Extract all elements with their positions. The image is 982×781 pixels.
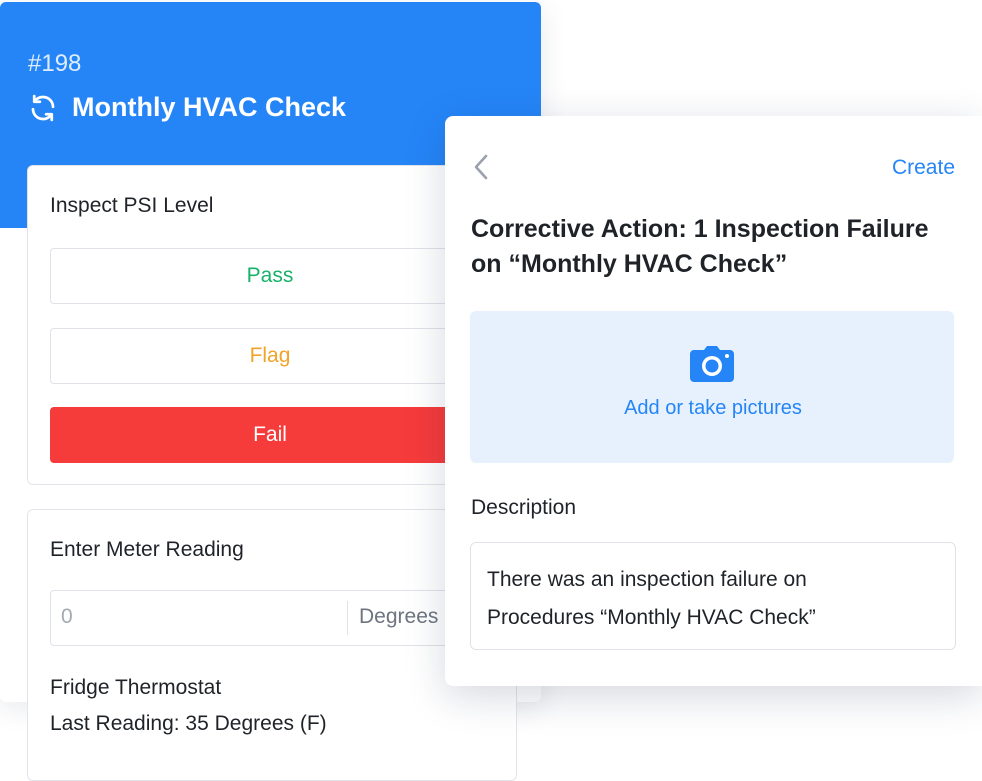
meter-reading-placeholder: 0 <box>61 605 73 628</box>
corrective-action-panel: Create Corrective Action: 1 Inspection F… <box>445 116 982 686</box>
meter-unit-label: Degrees <box>359 605 439 628</box>
meter-name: Fridge Thermostat <box>50 676 222 699</box>
description-line: Procedures “Monthly HVAC Check” <box>487 606 816 629</box>
description-field[interactable]: There was an inspection failure on Proce… <box>470 542 956 650</box>
description-line: There was an inspection failure on <box>487 568 807 591</box>
refresh-icon <box>31 94 55 121</box>
meter-input-divider <box>347 601 348 635</box>
chevron-left-icon[interactable] <box>471 152 493 182</box>
procedure-number: #198 <box>28 50 82 77</box>
procedure-title-row: Monthly HVAC Check <box>28 92 346 123</box>
last-reading: Last Reading: 35 Degrees (F) <box>50 712 327 735</box>
add-pictures-label: Add or take pictures <box>624 397 802 419</box>
create-button[interactable]: Create <box>892 156 955 180</box>
description-label: Description <box>471 496 577 519</box>
meter-field-card: Enter Meter Reading 0 Degrees Fridge The… <box>27 509 517 781</box>
fail-button[interactable]: Fail <box>50 407 490 463</box>
pass-button[interactable]: Pass <box>50 248 490 304</box>
psi-field-label: Inspect PSI Level <box>50 194 214 217</box>
camera-icon <box>690 346 734 382</box>
procedure-title: Monthly HVAC Check <box>72 92 347 122</box>
psi-field-card: Inspect PSI Level Pass Flag Fail <box>27 165 509 485</box>
corrective-action-title: Corrective Action: 1 Inspection Failure … <box>471 215 929 278</box>
meter-reading-input[interactable]: 0 Degrees <box>50 590 490 646</box>
meter-field-label: Enter Meter Reading <box>50 538 244 561</box>
add-pictures-button[interactable] <box>470 311 954 463</box>
flag-button[interactable]: Flag <box>50 328 490 384</box>
